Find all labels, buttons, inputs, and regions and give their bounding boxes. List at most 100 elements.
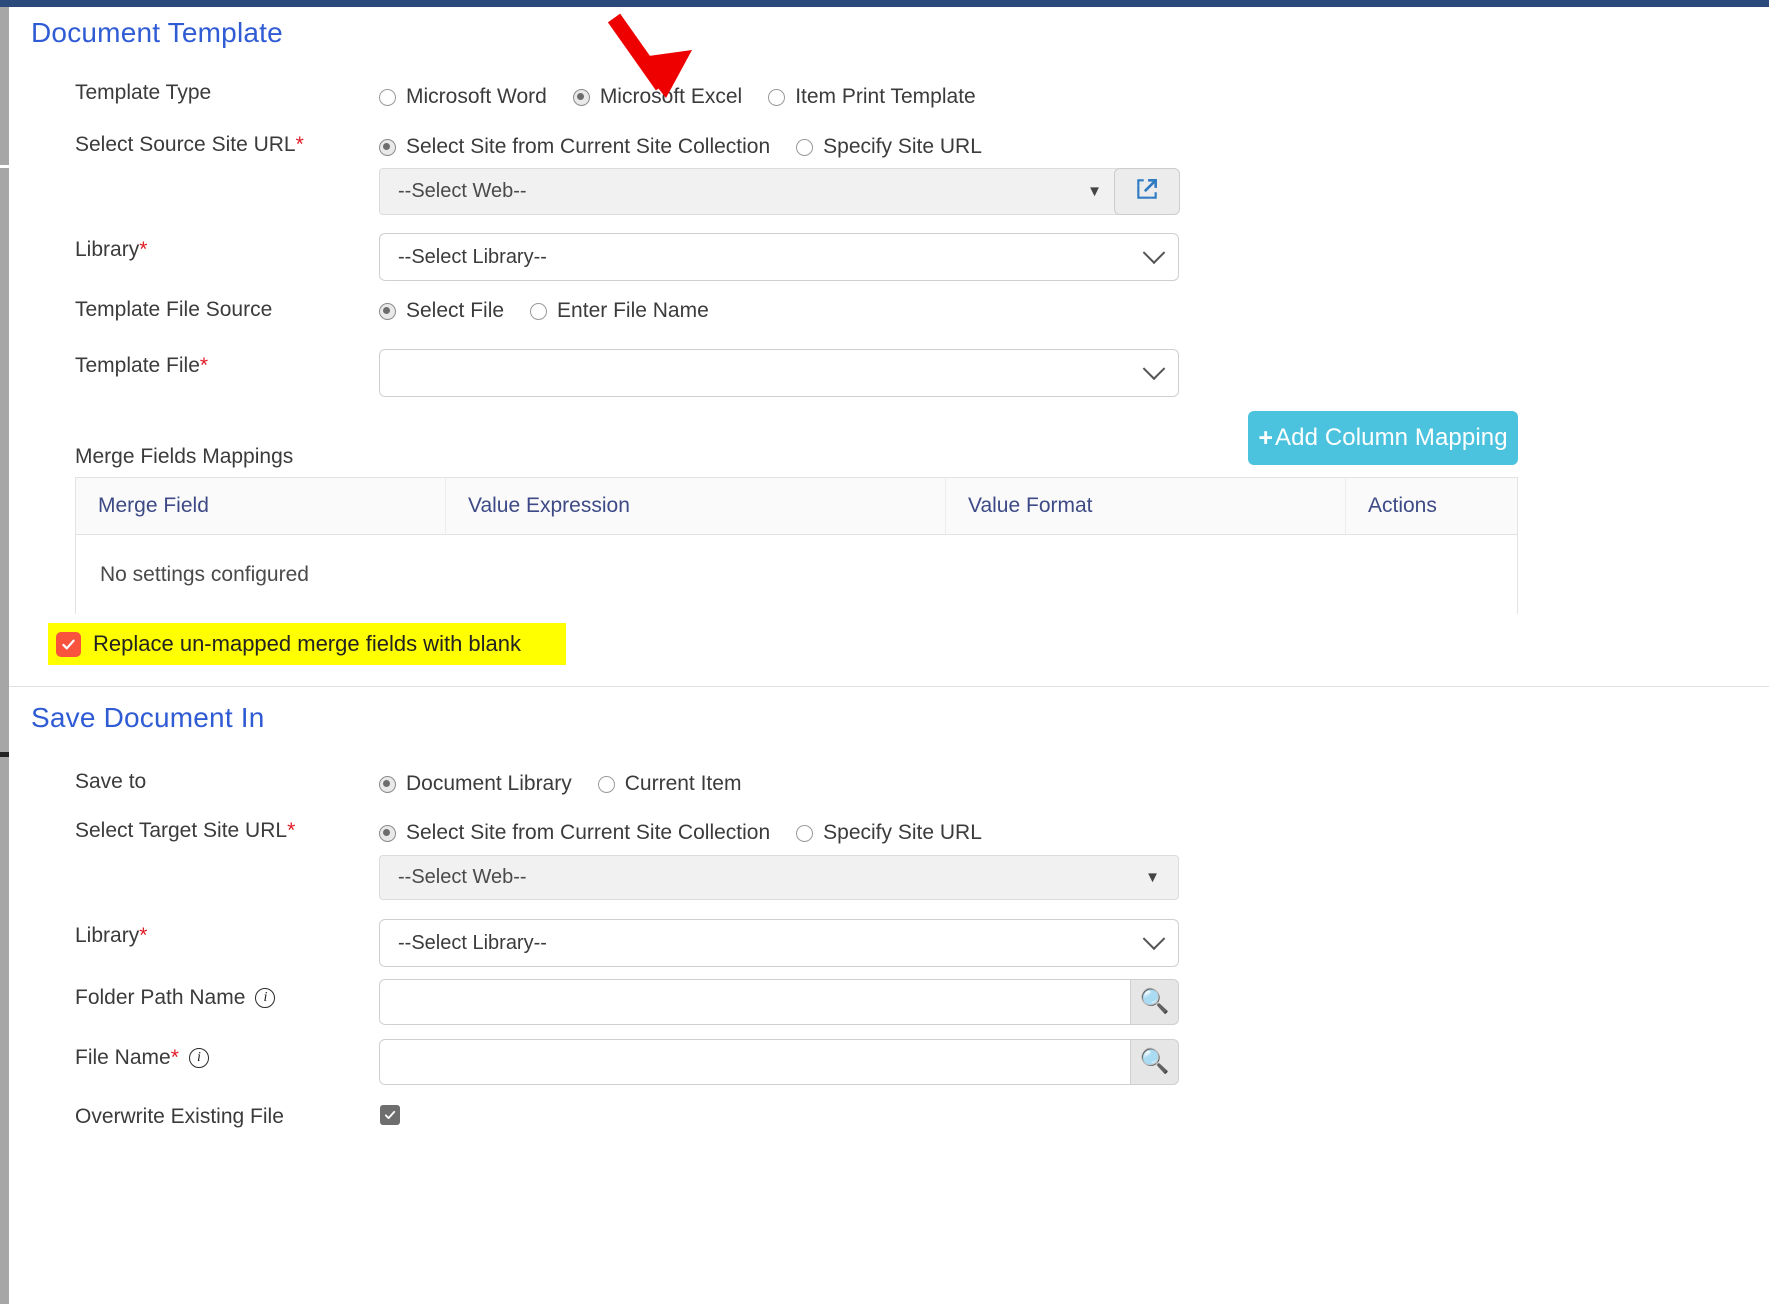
radio-indicator-select-site-current[interactable] — [379, 138, 396, 156]
radio-microsoft-excel[interactable]: Microsoft Excel — [572, 85, 743, 109]
chevron-down-icon: ▼ — [1145, 869, 1160, 886]
add-column-mapping-button[interactable]: + Add Column Mapping — [1248, 411, 1518, 465]
merge-fields-table: Merge Field Value Expression Value Forma… — [75, 477, 1518, 615]
binoculars-icon: 🔍 — [1139, 988, 1170, 1015]
target-site-url-label: Select Target Site URL* — [75, 819, 295, 843]
template-file-source-label: Template File Source — [75, 298, 273, 321]
source-library-select-value: --Select Library-- — [398, 245, 547, 268]
radio-target-specify-site-url[interactable]: Specify Site URL — [796, 821, 982, 845]
template-file-label-text: Template File — [75, 354, 200, 377]
document-template-heading: Document Template — [31, 17, 283, 48]
radio-indicator-target-select-site-current[interactable] — [379, 824, 396, 842]
radio-target-select-site-current-collection[interactable]: Select Site from Current Site Collection — [379, 821, 770, 845]
overwrite-existing-file-checkbox[interactable] — [380, 1105, 400, 1125]
source-site-url-required: * — [295, 133, 304, 156]
radio-indicator-select-file[interactable] — [379, 302, 396, 320]
radio-indicator-excel[interactable] — [572, 88, 590, 106]
overwrite-existing-file-label: Overwrite Existing File — [75, 1105, 284, 1128]
target-library-required: * — [139, 924, 148, 947]
chevron-down-icon: ▼ — [1087, 183, 1102, 200]
table-header-value-expression: Value Expression — [446, 478, 946, 534]
add-column-mapping-label: Add Column Mapping — [1275, 424, 1508, 451]
folder-path-browse-button[interactable]: 🔍 — [1131, 979, 1179, 1025]
chevron-down-icon — [1142, 241, 1166, 265]
source-web-select[interactable]: --Select Web-- ▼ — [379, 168, 1121, 215]
radio-label-excel: Microsoft Excel — [599, 85, 743, 108]
chevron-down-icon — [1142, 357, 1166, 381]
folder-path-name-label: Folder Path Name i — [75, 986, 276, 1010]
target-web-select-value: --Select Web-- — [398, 866, 527, 888]
radio-indicator-word[interactable] — [379, 88, 396, 106]
save-to-radio-group[interactable]: Document Library Current Item — [379, 772, 741, 796]
source-library-label: Library* — [75, 238, 147, 262]
radio-enter-file-name[interactable]: Enter File Name — [530, 299, 709, 323]
left-edge-notch — [0, 165, 9, 168]
save-to-label: Save to — [75, 770, 147, 793]
file-name-required: * — [170, 1046, 179, 1069]
source-site-url-label: Select Source Site URL* — [75, 133, 304, 157]
source-site-url-label-text: Select Source Site URL — [75, 133, 296, 156]
file-name-label-text: File Name — [75, 1046, 171, 1069]
document-template-settings-page: Document Template Template Type Microsof… — [0, 0, 1769, 1304]
radio-indicator-document-library[interactable] — [379, 775, 396, 793]
replace-unmapped-label: Replace un-mapped merge fields with blan… — [93, 631, 522, 656]
replace-unmapped-highlight: Replace un-mapped merge fields with blan… — [48, 623, 566, 665]
source-library-select[interactable]: --Select Library-- — [379, 233, 1179, 281]
template-file-label: Template File* — [75, 354, 208, 378]
folder-path-name-input[interactable] — [379, 979, 1131, 1025]
target-library-select-value: --Select Library-- — [398, 931, 547, 954]
radio-specify-site-url[interactable]: Specify Site URL — [796, 135, 982, 159]
target-web-select[interactable]: --Select Web-- ▼ — [379, 855, 1179, 900]
template-file-select[interactable] — [379, 349, 1179, 397]
window-top-bar — [0, 0, 1769, 7]
file-name-browse-button[interactable]: 🔍 — [1131, 1039, 1179, 1085]
source-web-select-value: --Select Web-- — [398, 180, 527, 202]
radio-indicator-target-specify-site-url[interactable] — [796, 824, 814, 842]
source-site-url-radio-group[interactable]: Select Site from Current Site Collection… — [379, 135, 982, 159]
target-library-label-text: Library — [75, 924, 140, 947]
template-type-label: Template Type — [75, 81, 212, 104]
radio-microsoft-word[interactable]: Microsoft Word — [379, 85, 547, 109]
replace-unmapped-checkbox[interactable] — [56, 631, 81, 657]
radio-indicator-item-print[interactable] — [768, 88, 786, 106]
left-window-edge — [0, 7, 12, 1304]
radio-indicator-current-item[interactable] — [597, 775, 615, 793]
radio-label-target-specify-site-url: Specify Site URL — [823, 821, 982, 844]
radio-label-select-file: Select File — [406, 299, 505, 322]
table-header-value-format: Value Format — [946, 478, 1346, 534]
table-empty-message: No settings configured — [76, 535, 1517, 615]
table-header-actions: Actions — [1368, 494, 1437, 517]
radio-document-library[interactable]: Document Library — [379, 772, 572, 796]
radio-label-target-select-site-current: Select Site from Current Site Collection — [406, 821, 771, 844]
file-name-input[interactable] — [379, 1039, 1131, 1085]
source-library-label-text: Library — [75, 238, 140, 261]
info-icon[interactable]: i — [188, 1048, 209, 1069]
table-header-row: Merge Field Value Expression Value Forma… — [76, 478, 1517, 535]
radio-label-select-site-current: Select Site from Current Site Collection — [406, 135, 771, 158]
radio-select-site-current-collection[interactable]: Select Site from Current Site Collection — [379, 135, 770, 159]
plus-icon: + — [1258, 423, 1274, 452]
radio-label-document-library: Document Library — [406, 772, 572, 795]
source-library-required: * — [139, 238, 148, 261]
target-library-label: Library* — [75, 924, 147, 948]
radio-item-print-template[interactable]: Item Print Template — [768, 85, 976, 109]
form-content: Document Template Template Type Microsof… — [9, 7, 1769, 1304]
radio-indicator-enter-file-name[interactable] — [530, 302, 548, 320]
radio-select-file[interactable]: Select File — [379, 299, 504, 323]
external-link-icon — [1134, 176, 1160, 207]
info-icon[interactable]: i — [255, 988, 276, 1009]
template-type-radio-group[interactable]: Microsoft Word Microsoft Excel Item Prin… — [379, 85, 976, 109]
binoculars-icon: 🔍 — [1139, 1048, 1170, 1075]
radio-label-word: Microsoft Word — [406, 85, 547, 108]
radio-current-item[interactable]: Current Item — [597, 772, 741, 796]
radio-indicator-specify-site-url[interactable] — [796, 138, 814, 156]
radio-label-item-print: Item Print Template — [795, 85, 976, 108]
radio-label-specify-site-url: Specify Site URL — [823, 135, 982, 158]
target-site-url-radio-group[interactable]: Select Site from Current Site Collection… — [379, 821, 982, 845]
target-library-select[interactable]: --Select Library-- — [379, 919, 1179, 967]
template-file-source-radio-group[interactable]: Select File Enter File Name — [379, 299, 709, 323]
open-site-picker-button[interactable] — [1114, 168, 1180, 215]
template-file-required: * — [199, 354, 209, 377]
folder-path-name-label-text: Folder Path Name — [75, 986, 246, 1009]
table-header-merge-field: Merge Field — [76, 478, 446, 534]
